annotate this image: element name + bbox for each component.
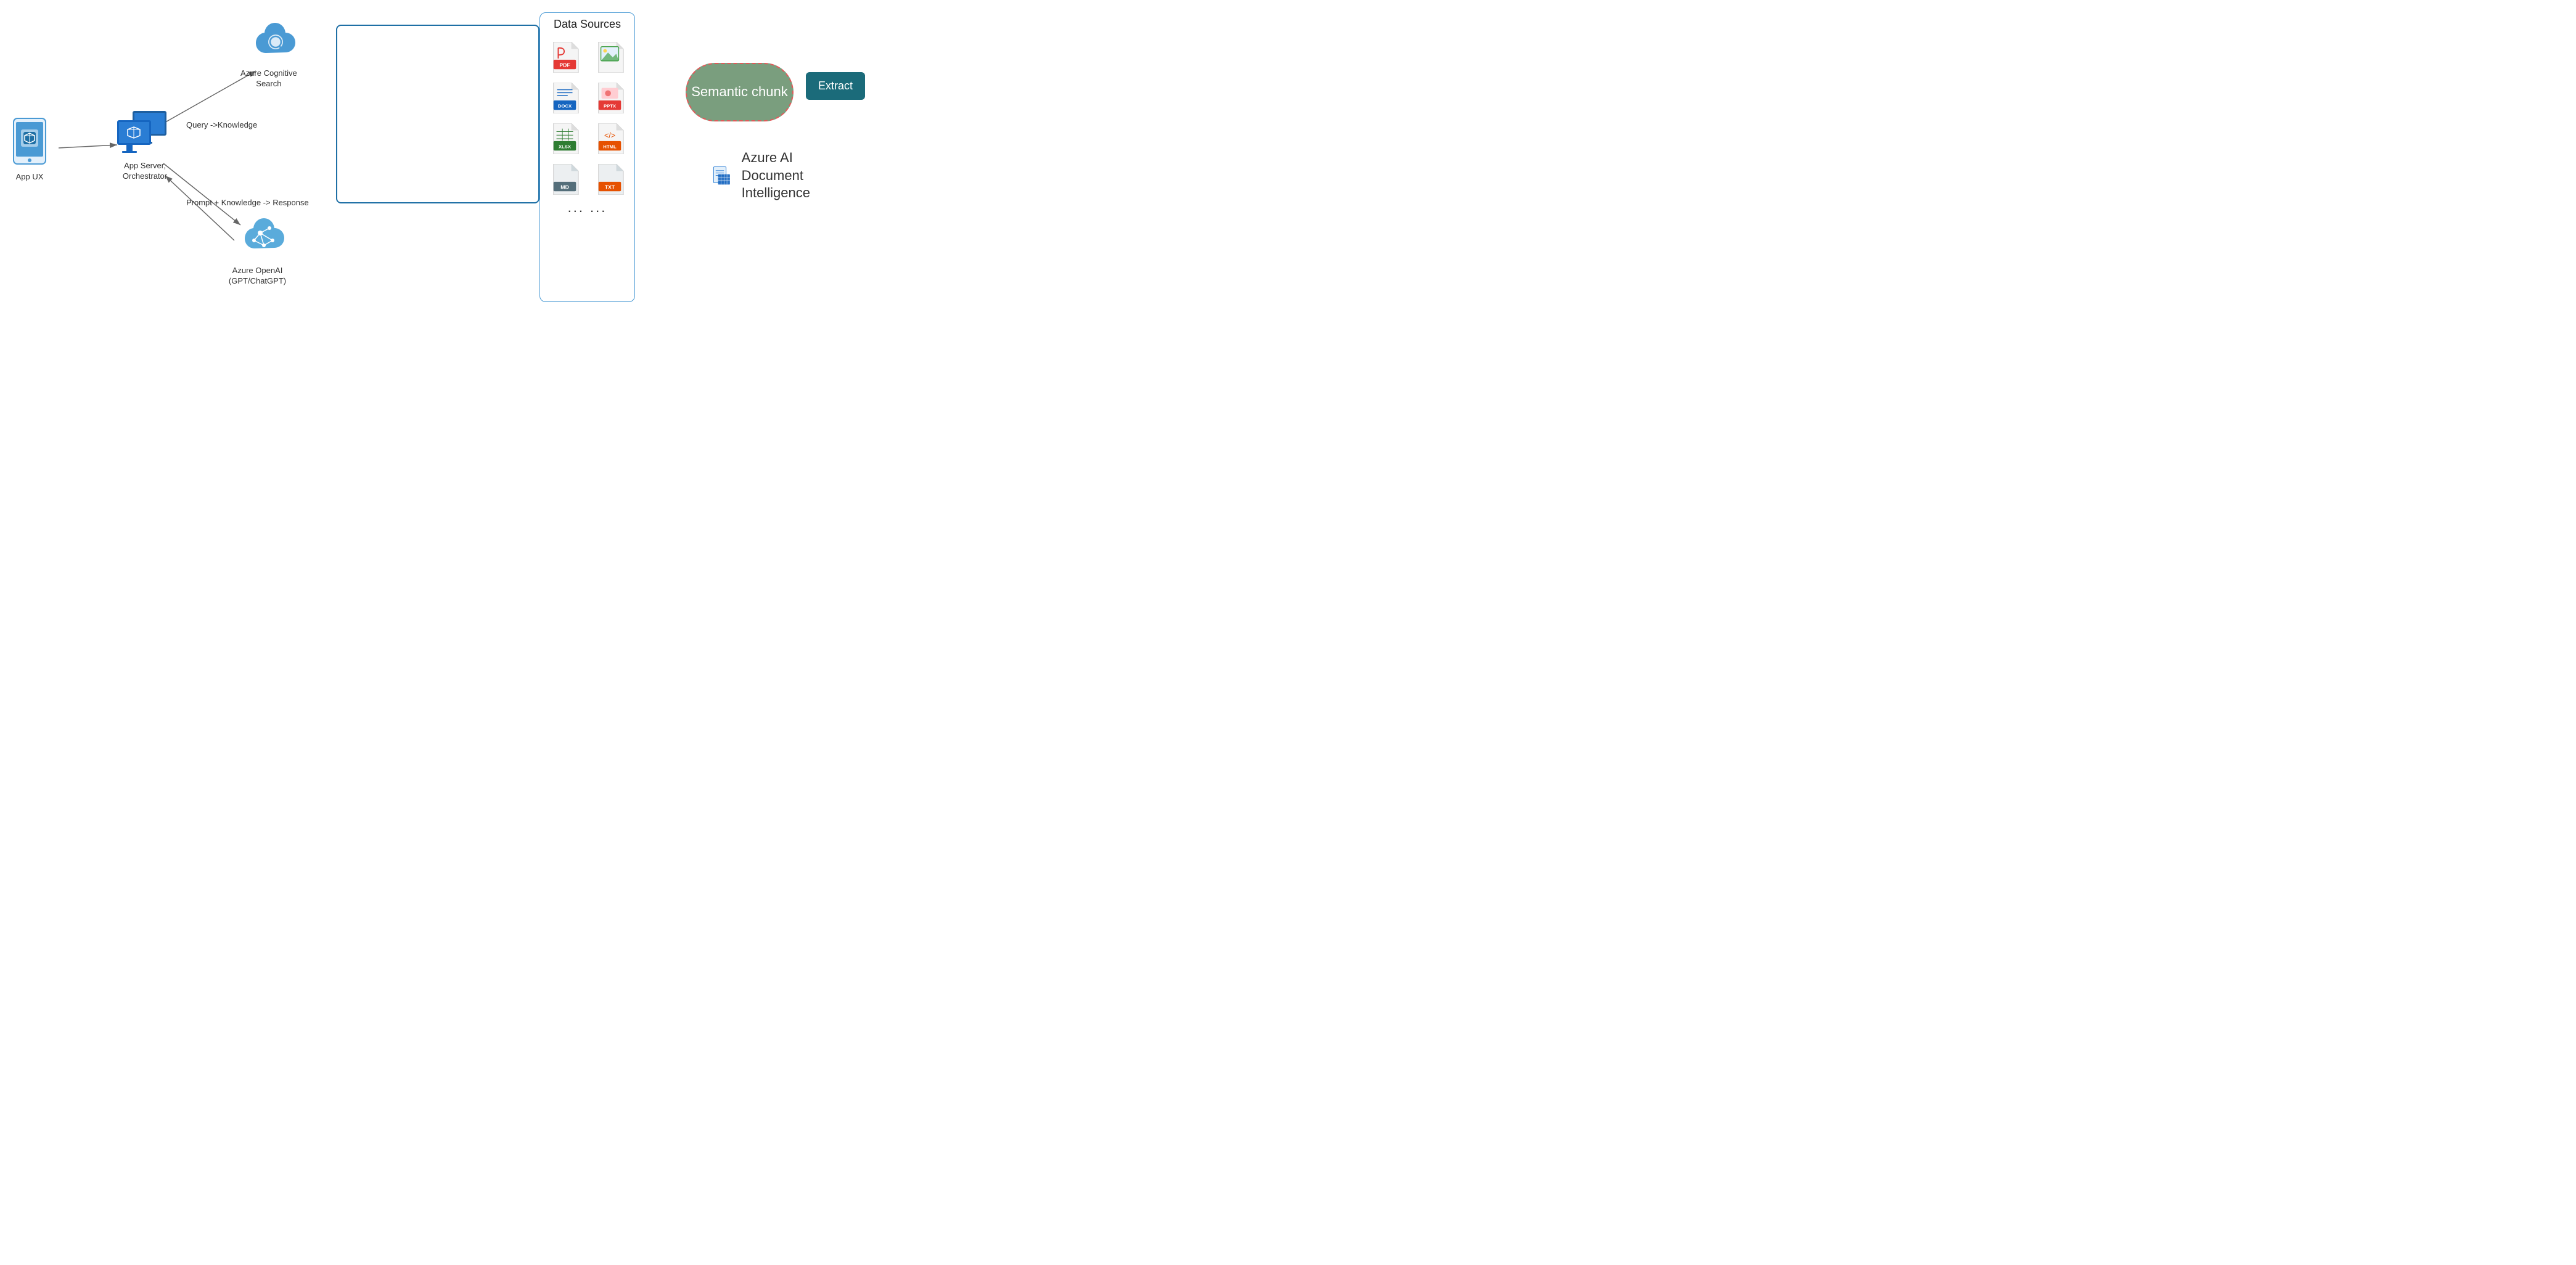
server-cluster-icon — [114, 105, 176, 157]
prompt-label: Prompt + Knowledge -> Response — [186, 197, 309, 208]
doc-intel-text: Azure AI Document Intelligence — [742, 149, 833, 202]
file-icon-html: HTML </> — [593, 118, 626, 154]
dots-label: ... ... — [545, 200, 630, 216]
doc-intelligence-label: Azure AI Document Intelligence — [712, 149, 832, 202]
cognitive-search-label: Azure CognitiveSearch — [240, 68, 297, 89]
semantic-chunk-pill: Semantic chunk — [686, 63, 794, 121]
app-server-section: App Server,Orchestrator — [114, 105, 176, 182]
cognitive-search-section: Azure CognitiveSearch — [240, 18, 297, 89]
svg-text:DOCX: DOCX — [558, 103, 572, 108]
data-sources-title: Data Sources — [545, 18, 630, 31]
azure-openai-section: Azure OpenAI(GPT/ChatGPT) — [228, 210, 287, 287]
svg-text:MD: MD — [561, 184, 569, 190]
file-icon-xlsx: XLSX — [548, 118, 582, 154]
openai-cloud-icon — [228, 210, 287, 259]
diagram-container: App UX App Server,Orchestrator — [0, 0, 644, 316]
file-icon-docx: DOCX — [548, 78, 582, 113]
query-label: Query ->Knowledge — [186, 120, 257, 129]
cloud-search-icon — [241, 18, 297, 62]
file-icon-pdf: PDF — [548, 37, 582, 73]
svg-text:XLSX: XLSX — [559, 144, 572, 149]
tablet-icon — [11, 117, 48, 165]
extract-button[interactable]: Extract — [806, 72, 865, 100]
file-icon-txt: TXT — [593, 159, 626, 195]
app-ux-section: App UX — [11, 117, 48, 182]
doc-intel-icon — [712, 154, 733, 197]
semantic-chunk-text: Semantic chunk — [691, 83, 788, 101]
svg-text:PPTX: PPTX — [604, 103, 617, 108]
data-sources-panel: Data Sources PDF — [539, 12, 635, 302]
svg-text:TXT: TXT — [605, 184, 615, 190]
file-icon-img — [593, 37, 626, 73]
file-icon-pptx: PPTX — [593, 78, 626, 113]
app-server-label: App Server,Orchestrator — [114, 161, 176, 182]
file-icon-md: MD — [548, 159, 582, 195]
svg-text:</>: </> — [604, 131, 615, 140]
svg-text:HTML: HTML — [603, 144, 617, 149]
file-icons-grid: PDF DOCX — [545, 37, 630, 195]
app-ux-label: App UX — [11, 172, 48, 182]
openai-label: Azure OpenAI(GPT/ChatGPT) — [228, 266, 287, 287]
ai-doc-intelligence-box: Semantic chunk Extract Azure AI Do — [336, 25, 539, 203]
svg-text:PDF: PDF — [560, 62, 570, 68]
